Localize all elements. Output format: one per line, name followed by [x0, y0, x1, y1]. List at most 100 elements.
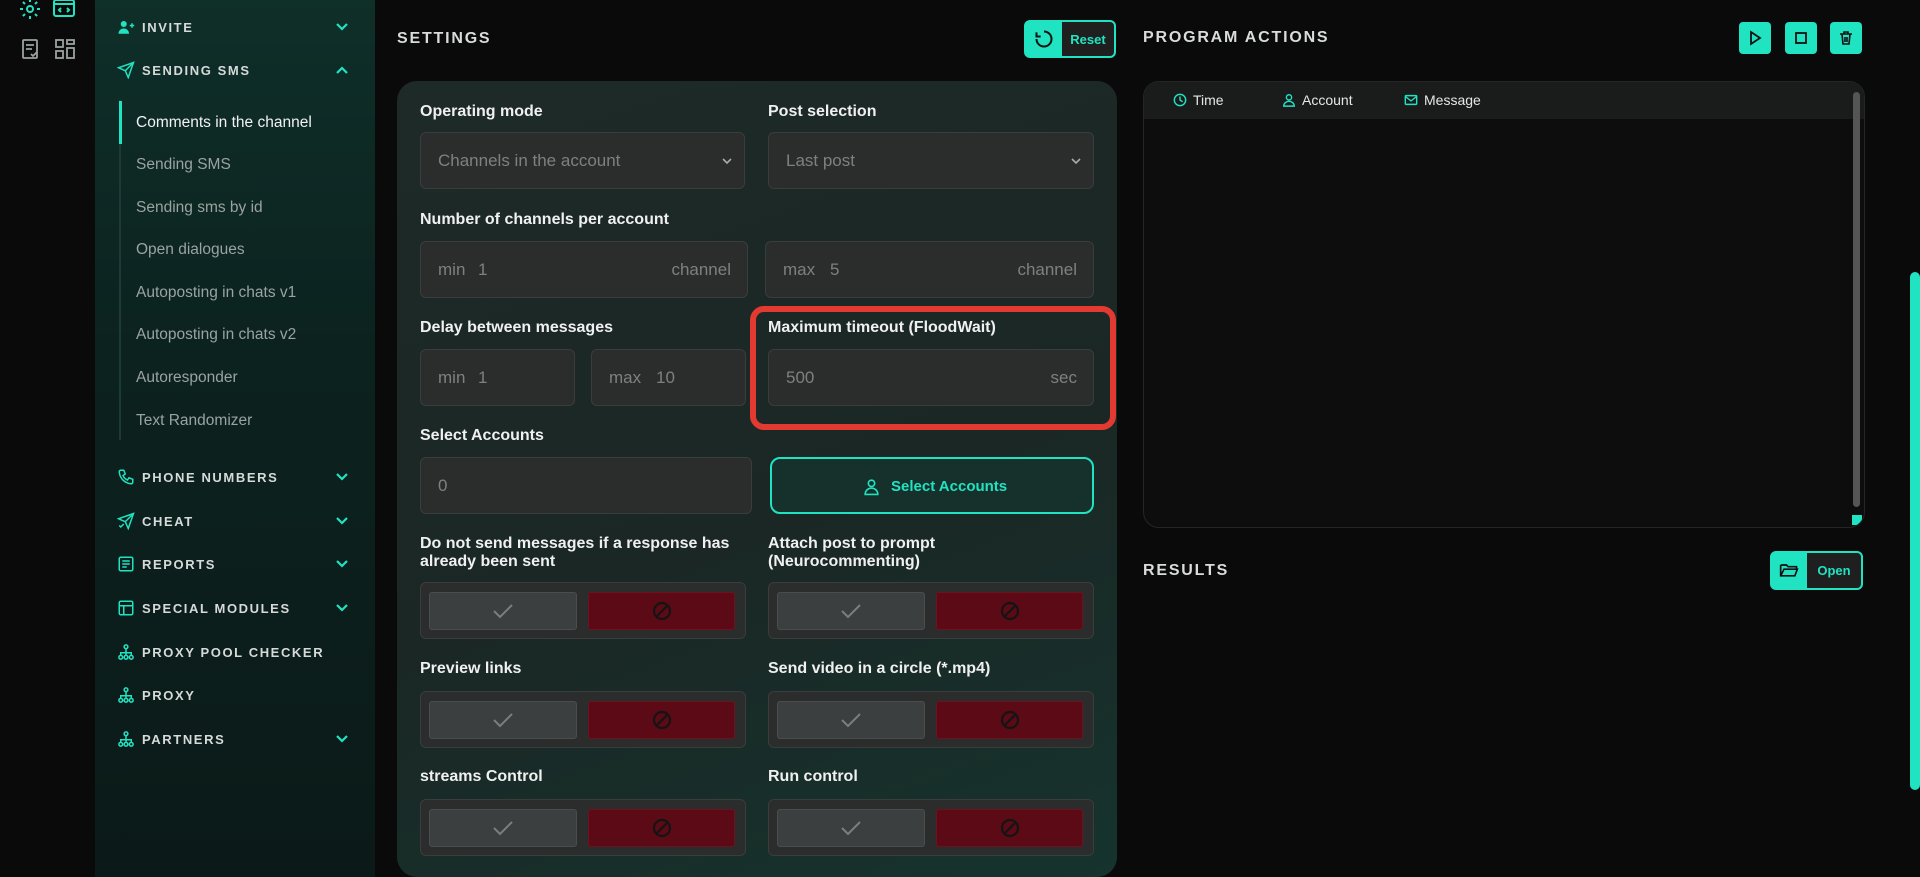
delay-max-input[interactable]: max 10: [591, 349, 746, 406]
check-icon: [493, 713, 513, 728]
resize-handle[interactable]: [1852, 515, 1862, 525]
nav-section-label: PHONE NUMBERS: [142, 469, 279, 485]
refresh-icon: [1035, 30, 1053, 48]
toggle-yes-button[interactable]: [777, 592, 925, 630]
nav-section-label: REPORTS: [142, 556, 217, 572]
subitem-autoresponder[interactable]: Autoresponder: [136, 369, 238, 387]
subitem-autoposting-v1[interactable]: Autoposting in chats v1: [136, 284, 296, 302]
toggle-yes-button[interactable]: [429, 701, 577, 739]
toggle-no-button[interactable]: [936, 592, 1083, 630]
delay-min-input[interactable]: min 1: [420, 349, 575, 406]
chevron-down-icon[interactable]: [335, 557, 349, 571]
operating-mode-select[interactable]: Channels in the account: [420, 132, 745, 189]
chevron-down-icon[interactable]: [335, 732, 349, 746]
open-results-button[interactable]: Open: [1770, 551, 1863, 590]
nav-section-label: PROXY: [142, 687, 196, 703]
chevron-down-icon: [722, 158, 732, 165]
post-selection-select[interactable]: Last post: [768, 132, 1094, 189]
toggle-no-button[interactable]: [588, 809, 735, 847]
program-actions-log[interactable]: Time Account Message: [1143, 81, 1865, 528]
stop-button[interactable]: [1785, 22, 1817, 54]
subitem-comments-in-the-channel[interactable]: Comments in the channel: [136, 114, 312, 132]
subitem-text-randomizer[interactable]: Text Randomizer: [136, 412, 252, 430]
user-icon: [1283, 94, 1295, 107]
nav-section-reports[interactable]: REPORTS: [95, 549, 375, 579]
code-window-icon[interactable]: [52, 0, 76, 20]
max-prefix: max: [609, 368, 642, 387]
play-button[interactable]: [1739, 22, 1771, 54]
select-accounts-button-label: Select Accounts: [891, 478, 1008, 495]
toggle-label-streams-control: streams Control: [420, 768, 543, 785]
min-prefix: min: [438, 368, 466, 387]
dashboard-icon[interactable]: [53, 37, 77, 61]
subitem-open-dialogues[interactable]: Open dialogues: [136, 241, 245, 259]
submenu-active-indicator: [119, 101, 122, 144]
settings-gear-icon[interactable]: [18, 0, 42, 21]
toggle-no-button[interactable]: [588, 701, 735, 739]
toggle-yes-button[interactable]: [777, 701, 925, 739]
nav-section-special-modules[interactable]: SPECIAL MODULES: [95, 593, 375, 623]
forbidden-icon: [1000, 818, 1019, 838]
chevron-down-icon[interactable]: [335, 470, 349, 484]
check-icon: [841, 821, 861, 836]
toggle-streams-control: [420, 799, 746, 856]
column-message[interactable]: Message: [1404, 92, 1481, 108]
toggle-no-button[interactable]: [936, 701, 1083, 739]
program-actions-title: PROGRAM ACTIONS: [1143, 29, 1330, 46]
subitem-sending-sms[interactable]: Sending SMS: [136, 156, 231, 174]
icon-rail: [0, 0, 95, 877]
select-accounts-label: Select Accounts: [420, 427, 544, 444]
network-icon: [118, 687, 134, 703]
toggle-video-circle: [768, 691, 1094, 748]
chevron-down-icon[interactable]: [335, 20, 349, 34]
channels-max-value: 5: [830, 260, 840, 279]
toggle-no-button[interactable]: [936, 809, 1083, 847]
toggle-no-button[interactable]: [588, 592, 735, 630]
toggle-yes-button[interactable]: [777, 809, 925, 847]
nav-section-phone-numbers[interactable]: PHONE NUMBERS: [95, 462, 375, 492]
channels-max-input[interactable]: max 5 channel: [765, 241, 1094, 298]
nav-section-proxy-pool-checker[interactable]: PROXY POOL CHECKER: [95, 637, 375, 667]
check-icon: [841, 604, 861, 619]
toggle-attach-post: [768, 582, 1094, 639]
channel-suffix: channel: [1017, 260, 1077, 279]
chevron-up-icon[interactable]: [335, 63, 349, 77]
modules-icon: [118, 600, 134, 616]
reset-button[interactable]: Reset: [1024, 20, 1116, 58]
toggle-yes-button[interactable]: [429, 809, 577, 847]
submenu-line: [119, 100, 121, 440]
toggle-label-attach-post: Attach post to prompt (Neurocommenting): [768, 535, 935, 571]
sidebar: INVITE SENDING SMS Comments in the chann…: [95, 0, 375, 877]
nav-section-label: CHEAT: [142, 513, 194, 529]
subitem-sending-sms-by-id[interactable]: Sending sms by id: [136, 199, 263, 217]
column-account[interactable]: Account: [1282, 92, 1353, 108]
subitem-autoposting-v2[interactable]: Autoposting in chats v2: [136, 326, 296, 344]
select-accounts-button[interactable]: Select Accounts: [770, 457, 1094, 514]
paper-plane-icon: [117, 61, 135, 79]
toggle-yes-button[interactable]: [429, 592, 577, 630]
channels-min-input[interactable]: min 1 channel: [420, 241, 748, 298]
clear-log-button[interactable]: [1830, 22, 1862, 54]
column-label: Time: [1193, 92, 1224, 108]
chevron-down-icon[interactable]: [335, 514, 349, 528]
column-time[interactable]: Time: [1173, 92, 1224, 108]
page-scrollbar[interactable]: [1910, 272, 1920, 790]
chevron-down-icon[interactable]: [335, 601, 349, 615]
check-icon: [493, 821, 513, 836]
nav-section-label: SPECIAL MODULES: [142, 600, 291, 616]
delay-max-value: 10: [656, 368, 675, 387]
network-icon: [118, 731, 134, 747]
network-icon: [118, 644, 134, 660]
results-title: RESULTS: [1143, 562, 1230, 579]
folder-open-icon: [1779, 564, 1799, 577]
log-scrollbar[interactable]: [1853, 92, 1860, 507]
report-icon: [118, 556, 134, 572]
open-icon-wrap: [1772, 553, 1806, 588]
nav-section-invite[interactable]: INVITE: [95, 12, 375, 42]
nav-section-sending-sms[interactable]: SENDING SMS: [95, 55, 375, 85]
settings-title: SETTINGS: [397, 30, 492, 47]
nav-section-partners[interactable]: PARTNERS: [95, 724, 375, 754]
nav-section-cheat[interactable]: CHEAT: [95, 506, 375, 536]
document-check-icon[interactable]: [19, 37, 43, 61]
nav-section-proxy[interactable]: PROXY: [95, 680, 375, 710]
